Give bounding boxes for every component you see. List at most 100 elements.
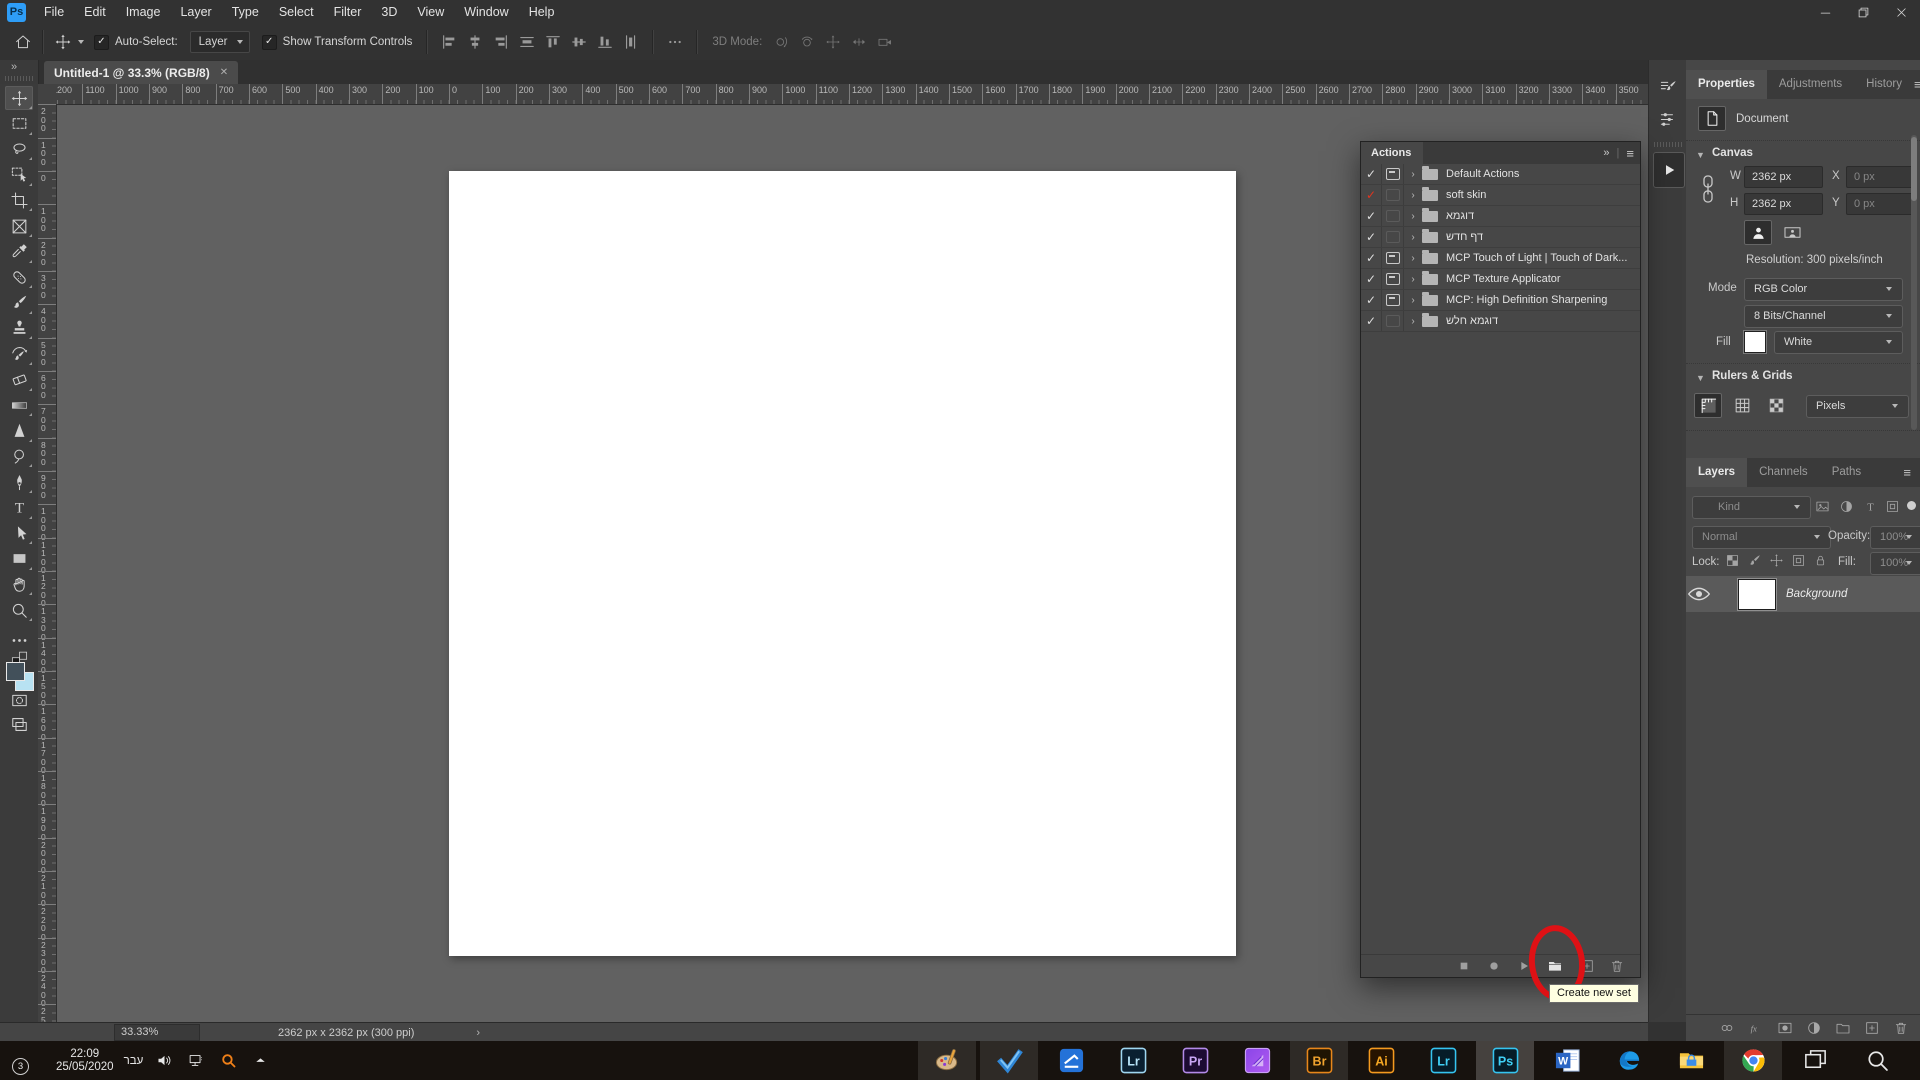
opacity-field[interactable]: 100%	[1870, 526, 1920, 549]
blend-mode-dropdown[interactable]: Normal	[1692, 526, 1831, 549]
action-include-checkbox[interactable]: ✓	[1361, 227, 1382, 247]
action-set-row[interactable]: ✓ › דף חדש	[1361, 227, 1640, 248]
action-set-row[interactable]: ✓ › דוגמא	[1361, 206, 1640, 227]
3d-roll-icon[interactable]	[797, 32, 817, 52]
minimize-button[interactable]	[1806, 0, 1844, 24]
rectangle-tool[interactable]	[5, 547, 33, 571]
grid-toggle-icon[interactable]	[1728, 393, 1756, 418]
align-right-icon[interactable]	[491, 32, 511, 52]
action-set-row[interactable]: ✓ › MCP Touch of Light | Touch of Dark...	[1361, 248, 1640, 269]
link-layers-icon[interactable]	[1717, 1018, 1737, 1038]
taskbar-app-scanner-app[interactable]	[1042, 1041, 1100, 1080]
action-include-checkbox[interactable]: ✓	[1361, 311, 1382, 331]
menu-3d[interactable]: 3D	[371, 0, 407, 24]
fill-dropdown[interactable]: White	[1774, 331, 1903, 354]
action-set-row[interactable]: ✓ › Default Actions	[1361, 164, 1640, 185]
screen-mode-button[interactable]	[5, 712, 33, 736]
action-set-row[interactable]: ✓ › soft skin	[1361, 185, 1640, 206]
taskbar-app-photo-app-purple[interactable]	[1228, 1041, 1286, 1080]
expand-set-icon[interactable]: ›	[1404, 190, 1422, 201]
action-include-checkbox[interactable]: ✓	[1361, 269, 1382, 289]
align-center-h-icon[interactable]	[465, 32, 485, 52]
lock-all-icon[interactable]	[1813, 553, 1830, 570]
action-set-label[interactable]: דוגמא חלש	[1446, 315, 1498, 327]
close-button[interactable]	[1882, 0, 1920, 24]
foreground-background-colors[interactable]	[2, 662, 36, 692]
search-tool-orange-icon[interactable]	[217, 1050, 239, 1072]
show-transform-checkbox[interactable]: ✓ Show Transform Controls	[261, 34, 412, 50]
filter-image-icon[interactable]	[1815, 499, 1832, 516]
expand-set-icon[interactable]: ›	[1404, 295, 1422, 306]
action-dialog-toggle[interactable]	[1382, 311, 1404, 331]
action-set-label[interactable]: MCP Texture Applicator	[1446, 273, 1561, 285]
fx-icon[interactable]: fx	[1746, 1018, 1766, 1038]
expand-set-icon[interactable]: ›	[1404, 274, 1422, 285]
y-field[interactable]: 0 px	[1846, 193, 1913, 215]
blur-tool[interactable]	[5, 419, 33, 443]
panel-menu-icon[interactable]: ≡	[1903, 458, 1920, 487]
expand-set-icon[interactable]: ›	[1404, 232, 1422, 243]
align-top-icon[interactable]	[543, 32, 563, 52]
more-options-icon[interactable]	[665, 32, 685, 52]
transparency-toggle-icon[interactable]	[1762, 393, 1790, 418]
orientation-portrait-button[interactable]	[1744, 220, 1772, 245]
gradient-tool[interactable]	[5, 393, 33, 417]
taskbar-app-paint-palette-app[interactable]	[918, 1041, 976, 1080]
3d-camera-icon[interactable]	[875, 32, 895, 52]
collapse-panel-icon[interactable]: »	[1603, 147, 1609, 159]
adjustment-icon[interactable]	[1804, 1018, 1824, 1038]
align-center-v-icon[interactable]	[569, 32, 589, 52]
document-tab[interactable]: Untitled-1 @ 33.3% (RGB/8) ✕	[44, 61, 239, 84]
foreground-color-swatch[interactable]	[6, 662, 25, 681]
menu-help[interactable]: Help	[519, 0, 565, 24]
taskbar-clock[interactable]: 22:09 25/05/2020	[56, 1048, 114, 1074]
rulers-toggle-icon[interactable]	[1694, 393, 1722, 418]
healing-brush-tool[interactable]	[5, 265, 33, 289]
lock-position-icon[interactable]	[1769, 553, 1786, 570]
action-set-label[interactable]: MCP: High Definition Sharpening	[1446, 294, 1607, 306]
taskbar-app-chrome[interactable]	[1724, 1041, 1782, 1080]
layer-mask-icon[interactable]	[1775, 1018, 1795, 1038]
menu-file[interactable]: File	[34, 0, 74, 24]
taskbar-app-word[interactable]: W	[1538, 1041, 1596, 1080]
lasso-tool[interactable]	[5, 137, 33, 161]
align-left-icon[interactable]	[439, 32, 459, 52]
actions-panel-tab[interactable]: Actions	[1361, 142, 1424, 164]
menu-layer[interactable]: Layer	[170, 0, 221, 24]
auto-select-checkbox[interactable]: ✓ Auto-Select:	[94, 34, 178, 50]
action-include-checkbox[interactable]: ✓	[1361, 164, 1382, 184]
crop-tool[interactable]	[5, 188, 33, 212]
new-layer-icon[interactable]	[1862, 1018, 1882, 1038]
rectangular-marquee-tool[interactable]	[5, 112, 33, 136]
type-tool[interactable]: T	[5, 496, 33, 520]
orientation-landscape-button[interactable]	[1778, 220, 1806, 245]
ruler-units-dropdown[interactable]: Pixels	[1806, 395, 1909, 418]
menu-window[interactable]: Window	[454, 0, 518, 24]
properties-scrollbar[interactable]	[1911, 135, 1917, 430]
zoom-level-field[interactable]: 33.33%	[114, 1024, 200, 1041]
expand-set-icon[interactable]: ›	[1404, 253, 1422, 264]
lock-artboard-icon[interactable]	[1791, 553, 1808, 570]
action-set-label[interactable]: דוגמא	[1446, 210, 1474, 222]
actions-panel-icon[interactable]	[1653, 152, 1685, 188]
action-include-checkbox[interactable]: ✓	[1361, 248, 1382, 268]
layer-thumbnail[interactable]	[1737, 577, 1777, 611]
action-set-label[interactable]: Default Actions	[1446, 168, 1519, 180]
hidden-icons-arrow[interactable]	[249, 1050, 271, 1072]
action-dialog-toggle[interactable]	[1382, 164, 1404, 184]
move-tool[interactable]	[5, 86, 33, 110]
toolbar-header[interactable]: »	[0, 60, 39, 84]
history-brush-tool[interactable]	[5, 342, 33, 366]
delete-icon[interactable]	[1607, 956, 1627, 976]
menu-filter[interactable]: Filter	[324, 0, 372, 24]
auto-select-target-dropdown[interactable]: Layer	[189, 31, 250, 53]
record-icon[interactable]	[1484, 956, 1504, 976]
object-selection-tool[interactable]	[5, 163, 33, 187]
collapse-toolbar-icon[interactable]: »	[11, 61, 17, 73]
fill-color-swatch[interactable]	[1743, 330, 1767, 354]
taskbar-app-start[interactable]	[1910, 1041, 1920, 1080]
layers-fill-field[interactable]: 100%	[1870, 552, 1920, 575]
action-dialog-toggle[interactable]	[1382, 185, 1404, 205]
canvas[interactable]	[449, 171, 1236, 956]
expand-set-icon[interactable]: ›	[1404, 169, 1422, 180]
